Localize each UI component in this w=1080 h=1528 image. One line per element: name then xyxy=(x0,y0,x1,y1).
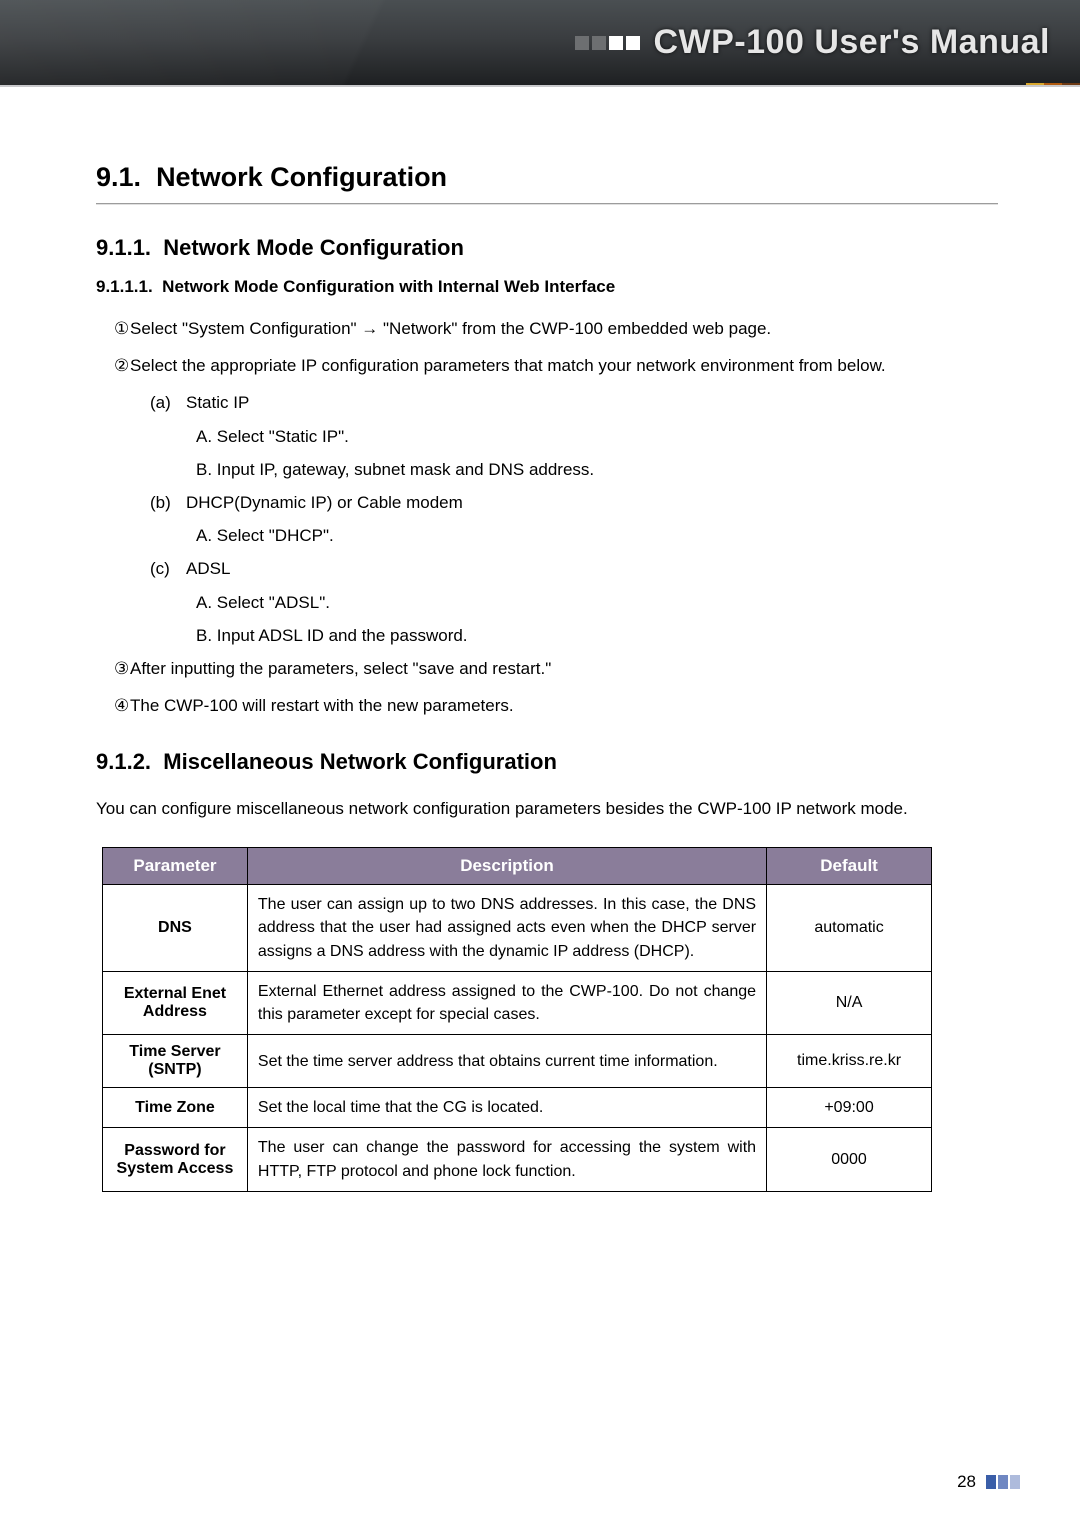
step-marker: ① xyxy=(96,315,130,342)
section-title: Network Configuration xyxy=(156,162,447,192)
default-cell: 0000 xyxy=(767,1128,932,1191)
step-text: After inputting the parameters, select "… xyxy=(130,655,998,682)
header-accent-icon xyxy=(1026,83,1080,85)
param-cell: Time Zone xyxy=(103,1088,248,1128)
substep-text: DHCP(Dynamic IP) or Cable modem xyxy=(186,489,998,516)
subsection-number: 9.1.2. xyxy=(96,749,151,774)
step-2: ② Select the appropriate IP configuratio… xyxy=(96,352,998,379)
procedure-steps: ① Select "System Configuration" → "Netwo… xyxy=(96,315,998,719)
page-number: 28 xyxy=(957,1472,976,1492)
desc-cell: External Ethernet address assigned to th… xyxy=(247,971,766,1034)
substep-text: Static IP xyxy=(186,389,998,416)
subsection-title: Network Mode Configuration xyxy=(163,235,464,260)
subsection-heading-1: 9.1.1. Network Mode Configuration xyxy=(96,235,998,261)
step-4: ④ The CWP-100 will restart with the new … xyxy=(96,692,998,719)
substep-c-B: B. Input ADSL ID and the password. xyxy=(96,622,998,649)
step-marker: ④ xyxy=(96,692,130,719)
section-rule xyxy=(96,203,998,205)
step-text: The CWP-100 will restart with the new pa… xyxy=(130,692,998,719)
substep-b-A: A. Select "DHCP". xyxy=(96,522,998,549)
substep-a-B: B. Input IP, gateway, subnet mask and DN… xyxy=(96,456,998,483)
subsection-intro: You can configure miscellaneous network … xyxy=(96,799,998,819)
step-marker: ② xyxy=(96,352,130,379)
substep-marker: (b) xyxy=(150,489,186,516)
substep-a: (a) Static IP xyxy=(96,389,998,416)
subsubsection-heading: 9.1.1.1. Network Mode Configuration with… xyxy=(96,277,998,297)
table-header-row: Parameter Description Default xyxy=(103,848,932,885)
desc-cell: The user can assign up to two DNS addres… xyxy=(247,885,766,972)
substep-marker: (c) xyxy=(150,555,186,582)
section-number: 9.1. xyxy=(96,162,141,192)
page-header-banner: CWP-100 User's Manual xyxy=(0,0,1080,85)
step-text: Select the appropriate IP configuration … xyxy=(130,352,998,379)
table-row: Password for System Access The user can … xyxy=(103,1128,932,1191)
table-row: External Enet Address External Ethernet … xyxy=(103,971,932,1034)
step-text: Select "System Configuration" → "Network… xyxy=(130,315,998,342)
logo-blocks-icon xyxy=(575,36,640,50)
step-1: ① Select "System Configuration" → "Netwo… xyxy=(96,315,998,342)
subsubsection-number: 9.1.1.1. xyxy=(96,277,153,296)
param-cell: External Enet Address xyxy=(103,971,248,1034)
substep-marker: (a) xyxy=(150,389,186,416)
col-default: Default xyxy=(767,848,932,885)
substep-a-A: A. Select "Static IP". xyxy=(96,423,998,450)
subsection-heading-2: 9.1.2. Miscellaneous Network Configurati… xyxy=(96,749,998,775)
section-heading: 9.1. Network Configuration xyxy=(96,162,998,193)
desc-cell: The user can change the password for acc… xyxy=(247,1128,766,1191)
subsubsection-title: Network Mode Configuration with Internal… xyxy=(162,277,615,296)
page-footer: 28 xyxy=(957,1472,1020,1492)
footer-blocks-icon xyxy=(986,1475,1020,1489)
substep-text: ADSL xyxy=(186,555,998,582)
table-row: DNS The user can assign up to two DNS ad… xyxy=(103,885,932,972)
substep-c: (c) ADSL xyxy=(96,555,998,582)
default-cell: +09:00 xyxy=(767,1088,932,1128)
step-marker: ③ xyxy=(96,655,130,682)
parameters-table: Parameter Description Default DNS The us… xyxy=(102,847,932,1192)
col-description: Description xyxy=(247,848,766,885)
table-row: Time Zone Set the local time that the CG… xyxy=(103,1088,932,1128)
default-cell: automatic xyxy=(767,885,932,972)
step-3: ③ After inputting the parameters, select… xyxy=(96,655,998,682)
default-cell: N/A xyxy=(767,971,932,1034)
page-content: 9.1. Network Configuration 9.1.1. Networ… xyxy=(0,87,1080,1192)
substep-b: (b) DHCP(Dynamic IP) or Cable modem xyxy=(96,489,998,516)
subsection-number: 9.1.1. xyxy=(96,235,151,260)
param-cell: Time Server (SNTP) xyxy=(103,1035,248,1088)
desc-cell: Set the local time that the CG is locate… xyxy=(247,1088,766,1128)
desc-cell: Set the time server address that obtains… xyxy=(247,1035,766,1088)
subsection-title: Miscellaneous Network Configuration xyxy=(163,749,557,774)
substep-c-A: A. Select "ADSL". xyxy=(96,589,998,616)
param-cell: DNS xyxy=(103,885,248,972)
table-row: Time Server (SNTP) Set the time server a… xyxy=(103,1035,932,1088)
col-parameter: Parameter xyxy=(103,848,248,885)
param-cell: Password for System Access xyxy=(103,1128,248,1191)
header-title-text: CWP-100 User's Manual xyxy=(654,23,1051,62)
default-cell: time.kriss.re.kr xyxy=(767,1035,932,1088)
header-title-group: CWP-100 User's Manual xyxy=(575,23,1051,62)
